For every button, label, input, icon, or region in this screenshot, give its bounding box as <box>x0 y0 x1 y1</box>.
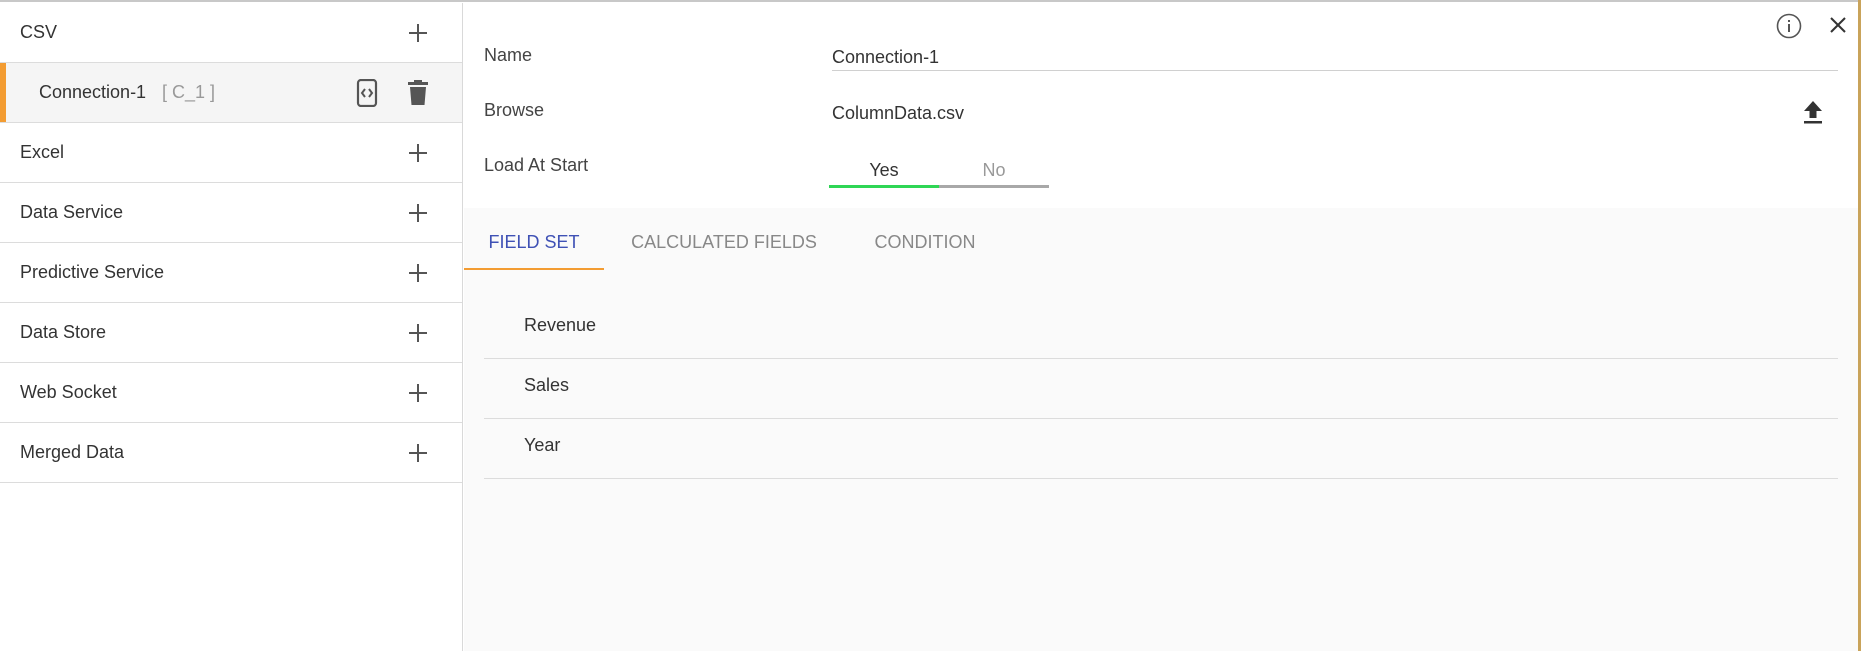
field-name: Sales <box>524 375 570 395</box>
active-tab-indicator <box>464 268 604 270</box>
sidebar-item-csv[interactable]: CSV <box>0 3 462 63</box>
connection-form: Name Connection-1 Browse ColumnData.csv … <box>464 3 1858 208</box>
connection-item[interactable]: Connection-1 [ C_1 ] <box>0 63 462 123</box>
browse-label: Browse <box>484 100 545 120</box>
close-icon[interactable] <box>1828 15 1848 35</box>
sidebar-item-merged-data[interactable]: Merged Data <box>0 423 462 483</box>
toggle-no-option[interactable]: No <box>939 155 1049 185</box>
sidebar-item-label: Merged Data <box>20 442 125 462</box>
toggle-no-indicator <box>939 185 1049 188</box>
tab-field-set[interactable]: FIELD SET <box>464 212 604 272</box>
connection-id: [ C_1 ] <box>162 82 216 102</box>
plus-icon[interactable] <box>406 381 430 405</box>
sidebar-item-excel[interactable]: Excel <box>0 123 462 183</box>
sidebar-item-data-store[interactable]: Data Store <box>0 303 462 363</box>
browse-file-name: ColumnData.csv <box>832 103 965 123</box>
sidebar-item-predictive-service[interactable]: Predictive Service <box>0 243 462 303</box>
trash-icon[interactable] <box>407 79 429 106</box>
plus-icon[interactable] <box>406 321 430 345</box>
field-tabs: FIELD SET CALCULATED FIELDS CONDITION <box>464 212 1858 272</box>
field-list: Revenue Sales Year <box>484 299 1838 479</box>
connection-properties-panel: Name Connection-1 Browse ColumnData.csv … <box>464 3 1858 651</box>
window-top-border <box>0 0 1861 2</box>
sidebar-item-web-socket[interactable]: Web Socket <box>0 363 462 423</box>
list-item[interactable]: Year <box>484 419 1838 479</box>
plus-icon[interactable] <box>406 441 430 465</box>
plus-icon[interactable] <box>406 21 430 45</box>
name-field[interactable]: Connection-1 <box>832 47 939 68</box>
sidebar-item-label: Predictive Service <box>20 262 165 282</box>
selected-accent-bar <box>0 63 6 122</box>
sidebar-item-label: Data Service <box>20 202 124 222</box>
code-icon[interactable] <box>356 78 378 107</box>
field-name: Revenue <box>524 315 597 335</box>
upload-icon[interactable] <box>1801 99 1825 125</box>
data-source-sidebar: CSV Connection-1 [ C_1 ] Excel Data Serv… <box>0 3 463 651</box>
field-name: Year <box>524 435 561 455</box>
toggle-yes-indicator <box>829 185 939 188</box>
tab-condition[interactable]: CONDITION <box>850 212 1000 272</box>
name-field-underline <box>832 70 1838 71</box>
list-item[interactable]: Revenue <box>484 299 1838 359</box>
plus-icon[interactable] <box>406 141 430 165</box>
sidebar-item-data-service[interactable]: Data Service <box>0 183 462 243</box>
sidebar-item-label: Excel <box>20 142 65 162</box>
toggle-yes-option[interactable]: Yes <box>829 155 939 185</box>
info-icon[interactable] <box>1776 13 1802 39</box>
plus-icon[interactable] <box>406 201 430 225</box>
name-label: Name <box>484 45 533 65</box>
sidebar-item-label: Data Store <box>20 322 107 342</box>
connection-name: Connection-1 <box>39 82 147 102</box>
sidebar-item-label: Web Socket <box>20 382 117 402</box>
load-at-start-label: Load At Start <box>484 155 589 175</box>
load-at-start-toggle: Yes No <box>829 155 1049 189</box>
sidebar-item-label: CSV <box>20 22 58 42</box>
list-item[interactable]: Sales <box>484 359 1838 419</box>
plus-icon[interactable] <box>406 261 430 285</box>
tab-calculated-fields[interactable]: CALCULATED FIELDS <box>624 212 824 272</box>
